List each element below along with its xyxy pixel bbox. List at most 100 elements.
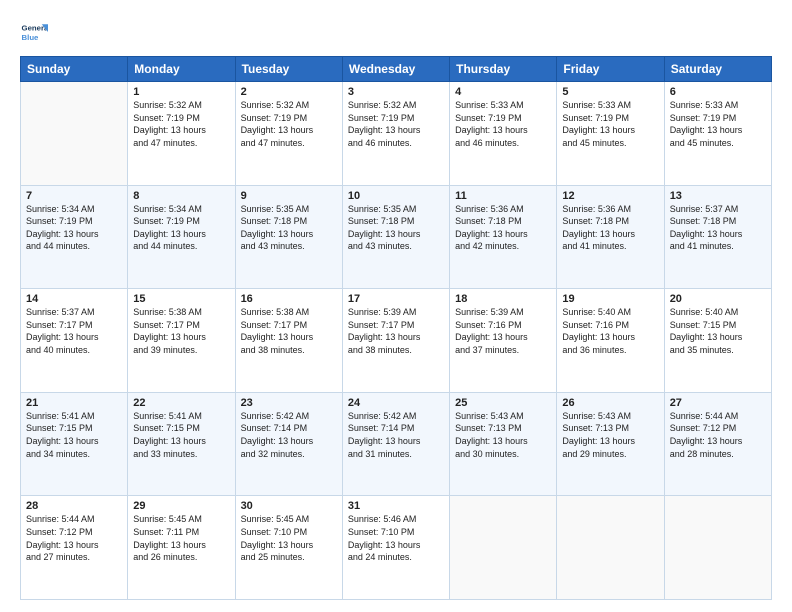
day-number: 1 (133, 86, 229, 98)
day-info: Sunrise: 5:45 AM Sunset: 7:11 PM Dayligh… (133, 513, 229, 563)
calendar-cell: 18Sunrise: 5:39 AM Sunset: 7:16 PM Dayli… (450, 289, 557, 393)
day-number: 24 (348, 397, 444, 409)
calendar-cell: 27Sunrise: 5:44 AM Sunset: 7:12 PM Dayli… (664, 392, 771, 496)
header: General Blue (20, 18, 772, 46)
day-number: 29 (133, 500, 229, 512)
day-info: Sunrise: 5:44 AM Sunset: 7:12 PM Dayligh… (26, 513, 122, 563)
col-header-monday: Monday (128, 57, 235, 82)
day-number: 13 (670, 190, 766, 202)
calendar-cell (557, 496, 664, 600)
day-number: 7 (26, 190, 122, 202)
calendar-cell: 23Sunrise: 5:42 AM Sunset: 7:14 PM Dayli… (235, 392, 342, 496)
day-number: 18 (455, 293, 551, 305)
day-number: 5 (562, 86, 658, 98)
week-row-2: 7Sunrise: 5:34 AM Sunset: 7:19 PM Daylig… (21, 185, 772, 289)
calendar-cell: 4Sunrise: 5:33 AM Sunset: 7:19 PM Daylig… (450, 82, 557, 186)
calendar-cell: 28Sunrise: 5:44 AM Sunset: 7:12 PM Dayli… (21, 496, 128, 600)
page: General Blue SundayMondayTuesdayWednesda… (0, 0, 792, 612)
week-row-3: 14Sunrise: 5:37 AM Sunset: 7:17 PM Dayli… (21, 289, 772, 393)
day-number: 30 (241, 500, 337, 512)
day-number: 14 (26, 293, 122, 305)
day-info: Sunrise: 5:32 AM Sunset: 7:19 PM Dayligh… (241, 99, 337, 149)
col-header-sunday: Sunday (21, 57, 128, 82)
calendar-cell: 12Sunrise: 5:36 AM Sunset: 7:18 PM Dayli… (557, 185, 664, 289)
day-number: 23 (241, 397, 337, 409)
week-row-1: 1Sunrise: 5:32 AM Sunset: 7:19 PM Daylig… (21, 82, 772, 186)
calendar-cell: 26Sunrise: 5:43 AM Sunset: 7:13 PM Dayli… (557, 392, 664, 496)
calendar-cell: 9Sunrise: 5:35 AM Sunset: 7:18 PM Daylig… (235, 185, 342, 289)
week-row-4: 21Sunrise: 5:41 AM Sunset: 7:15 PM Dayli… (21, 392, 772, 496)
day-info: Sunrise: 5:39 AM Sunset: 7:16 PM Dayligh… (455, 306, 551, 356)
calendar-cell: 8Sunrise: 5:34 AM Sunset: 7:19 PM Daylig… (128, 185, 235, 289)
calendar-cell: 3Sunrise: 5:32 AM Sunset: 7:19 PM Daylig… (342, 82, 449, 186)
calendar-cell: 21Sunrise: 5:41 AM Sunset: 7:15 PM Dayli… (21, 392, 128, 496)
logo-icon: General Blue (20, 18, 48, 46)
day-number: 15 (133, 293, 229, 305)
calendar-cell: 31Sunrise: 5:46 AM Sunset: 7:10 PM Dayli… (342, 496, 449, 600)
logo: General Blue (20, 18, 52, 46)
calendar-cell: 17Sunrise: 5:39 AM Sunset: 7:17 PM Dayli… (342, 289, 449, 393)
col-header-tuesday: Tuesday (235, 57, 342, 82)
calendar-cell: 11Sunrise: 5:36 AM Sunset: 7:18 PM Dayli… (450, 185, 557, 289)
calendar-cell: 29Sunrise: 5:45 AM Sunset: 7:11 PM Dayli… (128, 496, 235, 600)
day-info: Sunrise: 5:43 AM Sunset: 7:13 PM Dayligh… (455, 410, 551, 460)
day-number: 22 (133, 397, 229, 409)
day-info: Sunrise: 5:43 AM Sunset: 7:13 PM Dayligh… (562, 410, 658, 460)
col-header-thursday: Thursday (450, 57, 557, 82)
day-number: 20 (670, 293, 766, 305)
day-info: Sunrise: 5:36 AM Sunset: 7:18 PM Dayligh… (562, 203, 658, 253)
day-number: 8 (133, 190, 229, 202)
day-info: Sunrise: 5:34 AM Sunset: 7:19 PM Dayligh… (133, 203, 229, 253)
calendar-cell: 6Sunrise: 5:33 AM Sunset: 7:19 PM Daylig… (664, 82, 771, 186)
day-info: Sunrise: 5:35 AM Sunset: 7:18 PM Dayligh… (241, 203, 337, 253)
col-header-wednesday: Wednesday (342, 57, 449, 82)
calendar-cell: 14Sunrise: 5:37 AM Sunset: 7:17 PM Dayli… (21, 289, 128, 393)
calendar-cell: 1Sunrise: 5:32 AM Sunset: 7:19 PM Daylig… (128, 82, 235, 186)
day-number: 28 (26, 500, 122, 512)
calendar-cell: 5Sunrise: 5:33 AM Sunset: 7:19 PM Daylig… (557, 82, 664, 186)
day-number: 12 (562, 190, 658, 202)
day-number: 11 (455, 190, 551, 202)
day-number: 25 (455, 397, 551, 409)
calendar-cell (664, 496, 771, 600)
calendar-cell: 10Sunrise: 5:35 AM Sunset: 7:18 PM Dayli… (342, 185, 449, 289)
col-header-saturday: Saturday (664, 57, 771, 82)
week-row-5: 28Sunrise: 5:44 AM Sunset: 7:12 PM Dayli… (21, 496, 772, 600)
calendar-cell: 30Sunrise: 5:45 AM Sunset: 7:10 PM Dayli… (235, 496, 342, 600)
day-info: Sunrise: 5:37 AM Sunset: 7:18 PM Dayligh… (670, 203, 766, 253)
calendar-cell (21, 82, 128, 186)
calendar-cell: 16Sunrise: 5:38 AM Sunset: 7:17 PM Dayli… (235, 289, 342, 393)
day-info: Sunrise: 5:38 AM Sunset: 7:17 PM Dayligh… (133, 306, 229, 356)
day-number: 6 (670, 86, 766, 98)
day-info: Sunrise: 5:38 AM Sunset: 7:17 PM Dayligh… (241, 306, 337, 356)
calendar-cell: 2Sunrise: 5:32 AM Sunset: 7:19 PM Daylig… (235, 82, 342, 186)
day-info: Sunrise: 5:45 AM Sunset: 7:10 PM Dayligh… (241, 513, 337, 563)
day-info: Sunrise: 5:32 AM Sunset: 7:19 PM Dayligh… (133, 99, 229, 149)
day-info: Sunrise: 5:33 AM Sunset: 7:19 PM Dayligh… (455, 99, 551, 149)
calendar-cell: 25Sunrise: 5:43 AM Sunset: 7:13 PM Dayli… (450, 392, 557, 496)
day-info: Sunrise: 5:34 AM Sunset: 7:19 PM Dayligh… (26, 203, 122, 253)
day-number: 17 (348, 293, 444, 305)
day-number: 19 (562, 293, 658, 305)
calendar-cell: 24Sunrise: 5:42 AM Sunset: 7:14 PM Dayli… (342, 392, 449, 496)
calendar-table: SundayMondayTuesdayWednesdayThursdayFrid… (20, 56, 772, 600)
day-number: 21 (26, 397, 122, 409)
calendar-cell (450, 496, 557, 600)
day-number: 27 (670, 397, 766, 409)
calendar-cell: 15Sunrise: 5:38 AM Sunset: 7:17 PM Dayli… (128, 289, 235, 393)
day-info: Sunrise: 5:41 AM Sunset: 7:15 PM Dayligh… (26, 410, 122, 460)
day-info: Sunrise: 5:42 AM Sunset: 7:14 PM Dayligh… (348, 410, 444, 460)
day-info: Sunrise: 5:40 AM Sunset: 7:15 PM Dayligh… (670, 306, 766, 356)
day-info: Sunrise: 5:35 AM Sunset: 7:18 PM Dayligh… (348, 203, 444, 253)
day-info: Sunrise: 5:42 AM Sunset: 7:14 PM Dayligh… (241, 410, 337, 460)
day-number: 26 (562, 397, 658, 409)
calendar-cell: 20Sunrise: 5:40 AM Sunset: 7:15 PM Dayli… (664, 289, 771, 393)
day-number: 3 (348, 86, 444, 98)
svg-text:Blue: Blue (22, 33, 40, 42)
header-row: SundayMondayTuesdayWednesdayThursdayFrid… (21, 57, 772, 82)
day-info: Sunrise: 5:32 AM Sunset: 7:19 PM Dayligh… (348, 99, 444, 149)
day-info: Sunrise: 5:40 AM Sunset: 7:16 PM Dayligh… (562, 306, 658, 356)
calendar-cell: 7Sunrise: 5:34 AM Sunset: 7:19 PM Daylig… (21, 185, 128, 289)
col-header-friday: Friday (557, 57, 664, 82)
day-info: Sunrise: 5:33 AM Sunset: 7:19 PM Dayligh… (562, 99, 658, 149)
